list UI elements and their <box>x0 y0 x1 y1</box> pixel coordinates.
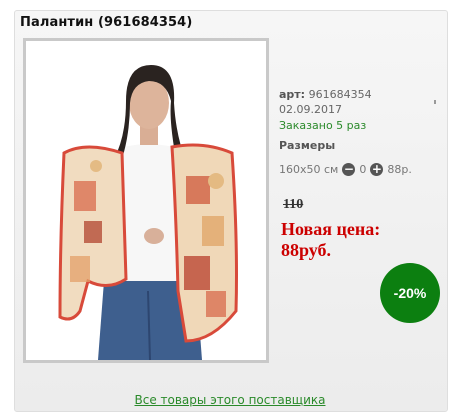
ordered-count: Заказано 5 раз <box>279 119 367 132</box>
new-price: Новая цена: 88руб. <box>281 219 431 261</box>
size-value: 160х50 см <box>279 163 339 176</box>
article-row: арт: 961684354 <box>279 88 372 101</box>
product-photo[interactable] <box>23 38 269 363</box>
article-value: 961684354 <box>308 88 372 101</box>
plus-circle-icon[interactable]: + <box>370 163 384 176</box>
article-label: арт: <box>279 88 306 101</box>
size-row: 160х50 см − 0 + 88р. <box>279 163 412 176</box>
divider-tick <box>434 100 436 104</box>
product-title: Палантин (961684354) <box>20 15 193 30</box>
old-price: 110 <box>283 197 304 212</box>
discount-badge: -20% <box>380 263 440 323</box>
quantity-value: 0 <box>359 163 367 176</box>
discount-value: -20% <box>393 285 427 301</box>
new-price-value: 88руб. <box>281 240 332 260</box>
sizes-label: Размеры <box>279 139 336 152</box>
size-price: 88р. <box>387 163 412 176</box>
date: 02.09.2017 <box>279 103 342 116</box>
new-price-label: Новая цена: <box>281 219 381 239</box>
minus-circle-icon[interactable]: − <box>342 163 356 176</box>
